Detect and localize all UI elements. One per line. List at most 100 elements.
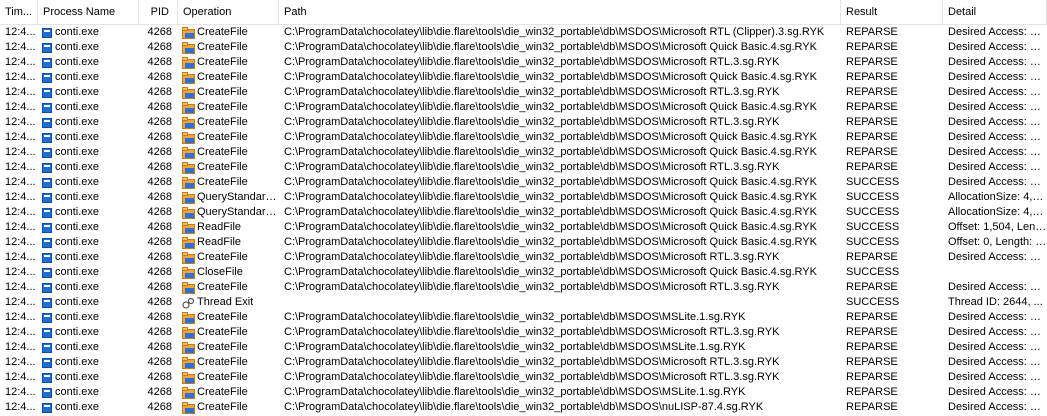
cell-operation: CreateFile	[178, 250, 279, 265]
column-header-path[interactable]: Path	[279, 0, 841, 24]
cell-process: conti.exe	[38, 190, 139, 205]
event-row[interactable]: 12:4... conti.exe 4268 QueryStandardI... C:\…	[0, 190, 1047, 205]
operation-name: CreateFile	[197, 176, 248, 188]
process-icon	[42, 327, 52, 338]
event-row[interactable]: 12:4... conti.exe 4268 QueryStandardI... C:\…	[0, 205, 1047, 220]
cell-operation: CreateFile	[178, 175, 279, 190]
process-icon	[42, 132, 52, 143]
event-row[interactable]: 12:4... conti.exe 4268 CreateFile C:\Program…	[0, 145, 1047, 160]
column-header-time[interactable]: Tim...	[0, 0, 38, 24]
cell-pid: 4268	[147, 206, 172, 218]
cell-detail: Desired Access: W...	[948, 56, 1047, 68]
operation-name: CreateFile	[197, 116, 248, 128]
cell-detail: Thread ID: 2644, ...	[948, 296, 1043, 308]
cell-pid: 4268	[147, 131, 172, 143]
cell-detail: Desired Access: W...	[948, 326, 1047, 338]
cell-result: SUCCESS	[846, 191, 900, 203]
cell-path: C:\ProgramData\chocolatey\lib\die.flare\…	[284, 131, 817, 143]
cell-time: 12:4...	[5, 341, 36, 353]
process-icon	[42, 402, 52, 413]
event-row[interactable]: 12:4... conti.exe 4268 CreateFile C:\Program…	[0, 40, 1047, 55]
event-row[interactable]: 12:4... conti.exe 4268 CreateFile C:\Program…	[0, 25, 1047, 40]
event-row[interactable]: 12:4... conti.exe 4268 CreateFile C:\Program…	[0, 310, 1047, 325]
process-icon	[42, 387, 52, 398]
cell-path: C:\ProgramData\chocolatey\lib\die.flare\…	[284, 41, 817, 53]
event-row[interactable]: 12:4... conti.exe 4268 CreateFile C:\Program…	[0, 250, 1047, 265]
event-row[interactable]: 12:4... conti.exe 4268 CloseFile C:\ProgramD…	[0, 265, 1047, 280]
cell-path: C:\ProgramData\chocolatey\lib\die.flare\…	[284, 56, 780, 68]
process-name: conti.exe	[55, 386, 100, 398]
cell-operation: CreateFile	[178, 40, 279, 55]
process-name: conti.exe	[55, 341, 100, 353]
file-icon	[182, 71, 195, 84]
process-icon	[42, 222, 52, 233]
event-row[interactable]: 12:4... conti.exe 4268 CreateFile C:\Program…	[0, 70, 1047, 85]
cell-process: conti.exe	[38, 295, 139, 310]
cell-process: conti.exe	[38, 160, 139, 175]
cell-path: C:\ProgramData\chocolatey\lib\die.flare\…	[284, 311, 746, 323]
cell-operation: CreateFile	[178, 385, 279, 400]
file-icon	[182, 56, 195, 69]
column-header-result[interactable]: Result	[841, 0, 943, 24]
event-row[interactable]: 12:4... conti.exe 4268 CreateFile C:\Program…	[0, 400, 1047, 415]
event-row[interactable]: 12:4... conti.exe 4268 CreateFile C:\Program…	[0, 160, 1047, 175]
process-icon	[42, 57, 52, 68]
process-name: conti.exe	[55, 221, 100, 233]
event-row[interactable]: 12:4... conti.exe 4268 ReadFile C:\ProgramDa…	[0, 220, 1047, 235]
column-header-pid[interactable]: PID	[139, 0, 178, 24]
event-row[interactable]: 12:4... conti.exe 4268 ReadFile C:\ProgramDa…	[0, 235, 1047, 250]
cell-detail: Desired Access: W...	[948, 371, 1047, 383]
cell-time: 12:4...	[5, 56, 36, 68]
cell-detail: Desired Access: W...	[948, 116, 1047, 128]
event-row[interactable]: 12:4... conti.exe 4268 CreateFile C:\Program…	[0, 385, 1047, 400]
event-row[interactable]: 12:4... conti.exe 4268 CreateFile C:\Program…	[0, 340, 1047, 355]
cell-process: conti.exe	[38, 370, 139, 385]
cell-detail: Desired Access: G...	[948, 176, 1047, 188]
event-row[interactable]: 12:4... conti.exe 4268 CreateFile C:\Program…	[0, 100, 1047, 115]
event-row[interactable]: 12:4... conti.exe 4268 CreateFile C:\Program…	[0, 355, 1047, 370]
process-icon	[42, 297, 52, 308]
cell-operation: CreateFile	[178, 25, 279, 40]
operation-name: CreateFile	[197, 26, 248, 38]
process-icon	[42, 117, 52, 128]
event-row[interactable]: 12:4... conti.exe 4268 CreateFile C:\Program…	[0, 115, 1047, 130]
process-icon	[42, 267, 52, 278]
cell-process: conti.exe	[38, 325, 139, 340]
cell-path: C:\ProgramData\chocolatey\lib\die.flare\…	[284, 281, 780, 293]
cell-time: 12:4...	[5, 236, 36, 248]
event-row[interactable]: 12:4... conti.exe 4268 Thread Exit SUCCESS Th…	[0, 295, 1047, 310]
file-icon	[182, 311, 195, 324]
event-row[interactable]: 12:4... conti.exe 4268 CreateFile C:\Program…	[0, 55, 1047, 70]
cell-detail: Desired Access: G...	[948, 131, 1047, 143]
cell-process: conti.exe	[38, 385, 139, 400]
column-header-operation[interactable]: Operation	[178, 0, 279, 24]
cell-time: 12:4...	[5, 41, 36, 53]
cell-operation: CreateFile	[178, 55, 279, 70]
process-name: conti.exe	[55, 206, 100, 218]
event-row[interactable]: 12:4... conti.exe 4268 CreateFile C:\Program…	[0, 175, 1047, 190]
process-icon	[42, 177, 52, 188]
cell-pid: 4268	[147, 146, 172, 158]
file-icon	[182, 266, 195, 279]
column-header-detail[interactable]: Detail	[943, 0, 1047, 24]
operation-name: CreateFile	[197, 101, 248, 113]
cell-pid: 4268	[147, 176, 172, 188]
process-name: conti.exe	[55, 86, 100, 98]
cell-time: 12:4...	[5, 191, 36, 203]
cell-path	[279, 295, 841, 310]
column-header-process-name[interactable]: Process Name	[38, 0, 139, 24]
event-row[interactable]: 12:4... conti.exe 4268 CreateFile C:\Program…	[0, 325, 1047, 340]
operation-name: CreateFile	[197, 251, 248, 263]
event-row[interactable]: 12:4... conti.exe 4268 CreateFile C:\Program…	[0, 280, 1047, 295]
file-icon	[182, 176, 195, 189]
event-row[interactable]: 12:4... conti.exe 4268 CreateFile C:\Program…	[0, 370, 1047, 385]
cell-pid: 4268	[147, 296, 172, 308]
event-row[interactable]: 12:4... conti.exe 4268 CreateFile C:\Program…	[0, 85, 1047, 100]
cell-path: C:\ProgramData\chocolatey\lib\die.flare\…	[284, 101, 817, 113]
cell-result: REPARSE	[846, 101, 898, 113]
process-icon	[42, 147, 52, 158]
cell-path: C:\ProgramData\chocolatey\lib\die.flare\…	[284, 176, 817, 188]
event-row[interactable]: 12:4... conti.exe 4268 CreateFile C:\Program…	[0, 130, 1047, 145]
file-icon	[182, 146, 195, 159]
cell-result: REPARSE	[846, 26, 898, 38]
